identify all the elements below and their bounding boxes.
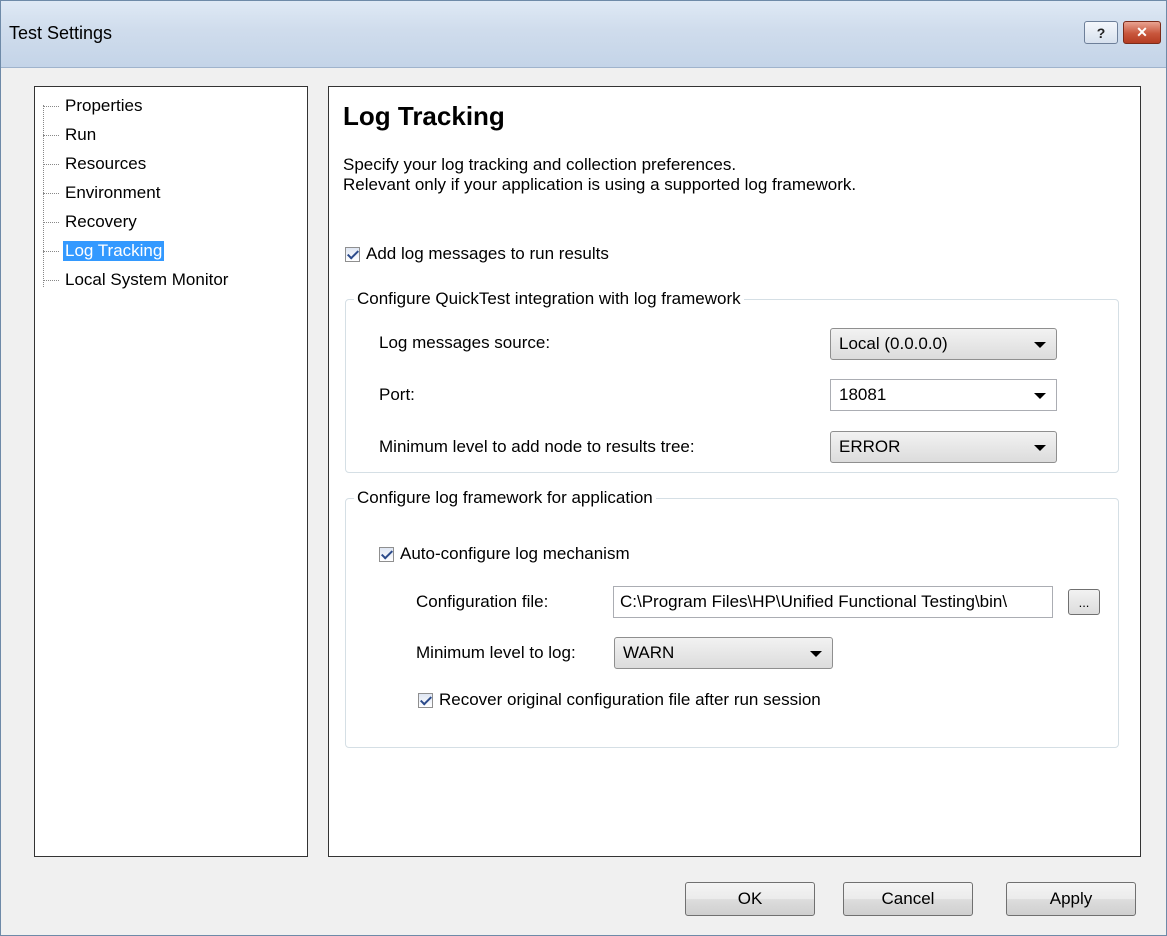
- port-combobox[interactable]: 18081: [830, 379, 1057, 411]
- tree-item-environment[interactable]: Environment: [43, 182, 162, 204]
- button-label: Apply: [1049, 889, 1093, 908]
- port-label: Port:: [379, 385, 415, 404]
- log-source-dropdown[interactable]: Local (0.0.0.0): [830, 328, 1057, 360]
- chevron-down-icon: [1034, 445, 1046, 451]
- tree-item-label: Run: [65, 125, 97, 144]
- checkbox-label: Recover original configuration file afte…: [439, 690, 821, 709]
- tree-item-label: Local System Monitor: [65, 270, 229, 289]
- min-level-log-label: Minimum level to log:: [416, 643, 576, 662]
- checkbox-checked-icon[interactable]: [345, 246, 360, 262]
- dropdown-value: Local (0.0.0.0): [839, 334, 948, 353]
- checkbox-checked-icon[interactable]: [418, 692, 433, 708]
- min-level-results-label: Minimum level to add node to results tre…: [379, 437, 695, 456]
- tree-item-local-system-monitor[interactable]: Local System Monitor: [43, 269, 230, 291]
- chevron-down-icon[interactable]: [1034, 393, 1046, 399]
- help-button[interactable]: ?: [1084, 21, 1118, 44]
- tree-item-run[interactable]: Run: [43, 124, 98, 146]
- config-file-label: Configuration file:: [416, 592, 549, 611]
- button-label: Cancel: [881, 889, 935, 908]
- close-icon: ✕: [1136, 24, 1148, 40]
- page-description: Specify your log tracking and collection…: [343, 155, 856, 195]
- framework-groupbox: Configure log framework for application …: [345, 488, 1119, 748]
- ellipsis-icon: ...: [1078, 594, 1090, 610]
- tree-item-label: Properties: [65, 96, 143, 115]
- tree-item-properties[interactable]: Properties: [43, 95, 144, 117]
- window-title: Test Settings: [9, 23, 113, 43]
- cancel-button[interactable]: Cancel: [843, 882, 973, 916]
- ok-button[interactable]: OK: [685, 882, 815, 916]
- recover-config-checkbox[interactable]: Recover original configuration file afte…: [418, 690, 821, 710]
- dropdown-value: ERROR: [839, 437, 901, 456]
- group-legend: Configure QuickTest integration with log…: [354, 289, 744, 309]
- config-file-input[interactable]: C:\Program Files\HP\Unified Functional T…: [613, 586, 1053, 618]
- config-file-value: C:\Program Files\HP\Unified Functional T…: [620, 592, 1008, 611]
- checkbox-label: Add log messages to run results: [366, 244, 609, 263]
- combobox-value: 18081: [839, 385, 887, 404]
- apply-button[interactable]: Apply: [1006, 882, 1136, 916]
- description-line-1: Specify your log tracking and collection…: [343, 155, 737, 174]
- button-label: OK: [737, 889, 763, 908]
- log-tracking-page: Log Tracking Specify your log tracking a…: [328, 86, 1141, 857]
- tree-item-label: Recovery: [65, 212, 137, 231]
- add-log-messages-checkbox[interactable]: Add log messages to run results: [345, 244, 609, 264]
- log-source-label: Log messages source:: [379, 333, 551, 352]
- tree-item-log-tracking[interactable]: Log Tracking: [43, 240, 165, 262]
- integration-groupbox: Configure QuickTest integration with log…: [345, 289, 1119, 473]
- checkbox-checked-icon[interactable]: [379, 546, 394, 562]
- tree-item-label: Resources: [65, 154, 147, 173]
- group-legend: Configure log framework for application: [354, 488, 656, 508]
- settings-tree: Properties Run Resources Environment Rec…: [34, 86, 308, 857]
- tree-item-resources[interactable]: Resources: [43, 153, 148, 175]
- description-line-2: Relevant only if your application is usi…: [343, 175, 857, 194]
- chevron-down-icon: [1034, 342, 1046, 348]
- auto-configure-checkbox[interactable]: Auto-configure log mechanism: [379, 544, 630, 564]
- tree-item-recovery[interactable]: Recovery: [43, 211, 139, 233]
- test-settings-dialog: Test Settings ? ✕ Properties Run Resourc…: [0, 0, 1167, 936]
- min-level-results-dropdown[interactable]: ERROR: [830, 431, 1057, 463]
- tree-item-label: Environment: [65, 183, 161, 202]
- dropdown-value: WARN: [623, 643, 675, 662]
- chevron-down-icon: [810, 651, 822, 657]
- close-button[interactable]: ✕: [1123, 21, 1161, 44]
- checkbox-label: Auto-configure log mechanism: [400, 544, 630, 563]
- min-level-log-dropdown[interactable]: WARN: [614, 637, 833, 669]
- browse-button[interactable]: ...: [1068, 589, 1100, 615]
- title-bar[interactable]: Test Settings ? ✕: [1, 1, 1166, 68]
- tree-item-label: Log Tracking: [63, 241, 165, 261]
- page-title: Log Tracking: [343, 101, 505, 131]
- help-icon: ?: [1096, 24, 1106, 41]
